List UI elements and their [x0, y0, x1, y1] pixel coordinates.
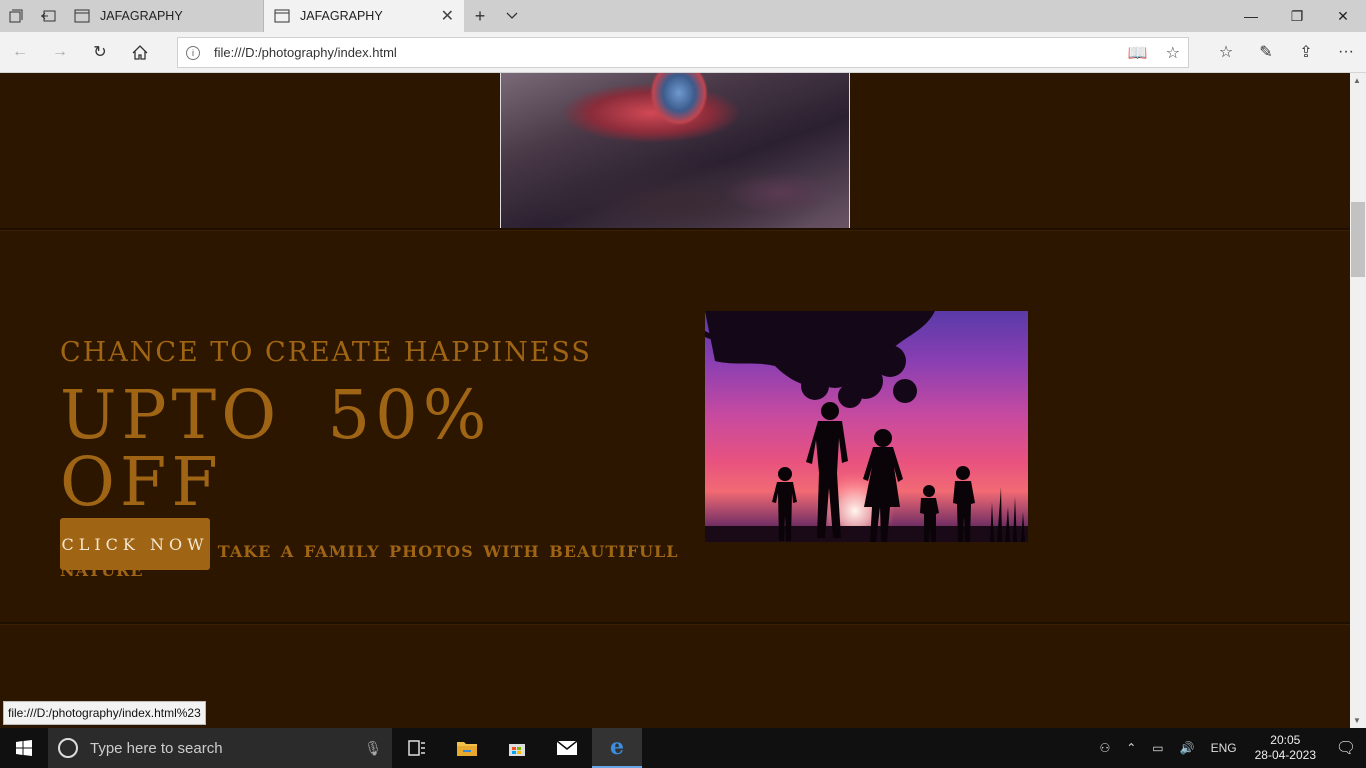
- close-tab-icon[interactable]: ✕: [441, 6, 454, 26]
- click-now-button[interactable]: CLICK NOW: [60, 518, 210, 570]
- promo-kicker: CHANCE TO CREATE HAPPINESS: [60, 337, 592, 368]
- windows-start-icon[interactable]: [0, 728, 48, 768]
- people-icon[interactable]: ⚇: [1091, 741, 1118, 755]
- minimize-icon[interactable]: —: [1228, 0, 1274, 32]
- set-aside-tabs-icon[interactable]: [32, 0, 64, 32]
- page-icon: [74, 9, 90, 23]
- share-icon[interactable]: ⇪: [1286, 32, 1326, 72]
- scroll-up-icon[interactable]: ▲: [1353, 76, 1361, 85]
- task-view-icon[interactable]: [392, 728, 442, 768]
- tab-actions-icon[interactable]: [0, 0, 32, 32]
- web-page: CHANCE TO CREATE HAPPINESS UPTO 50% OFF …: [0, 73, 1350, 728]
- address-input[interactable]: i file:///D:/photography/index.html 📖 ☆: [177, 37, 1189, 68]
- tab-jafagraphy-1[interactable]: JAFAGRAPHY: [64, 0, 264, 32]
- store-icon[interactable]: [492, 728, 542, 768]
- restore-icon[interactable]: ❐: [1274, 0, 1320, 32]
- section-divider: [0, 228, 1350, 231]
- notes-pen-icon[interactable]: ✎: [1246, 32, 1286, 72]
- home-icon[interactable]: [120, 32, 160, 72]
- cortana-icon: [58, 738, 78, 758]
- page-icon: [274, 9, 290, 23]
- tab-title: JAFAGRAPHY: [100, 9, 183, 23]
- clock-date: 28-04-2023: [1254, 748, 1316, 762]
- back-icon[interactable]: ←: [0, 32, 40, 72]
- forward-icon[interactable]: →: [40, 32, 80, 72]
- scroll-thumb[interactable]: [1351, 202, 1365, 277]
- language-indicator[interactable]: ENG: [1203, 741, 1245, 755]
- crystal-ball-photo: [500, 73, 850, 230]
- section-divider: [0, 622, 1350, 625]
- scroll-down-icon[interactable]: ▼: [1353, 716, 1361, 725]
- clock-time: 20:05: [1270, 733, 1301, 747]
- address-text: file:///D:/photography/index.html: [214, 45, 397, 60]
- page-scrollbar[interactable]: ▲ ▼: [1350, 73, 1366, 728]
- reading-view-icon[interactable]: 📖: [1128, 43, 1148, 63]
- info-icon[interactable]: i: [186, 45, 200, 60]
- search-placeholder: Type here to search: [90, 739, 223, 757]
- chevron-down-icon[interactable]: [496, 0, 528, 32]
- new-tab-icon[interactable]: +: [464, 0, 496, 32]
- tab-title: JAFAGRAPHY: [300, 9, 383, 23]
- family-sunset-photo: [705, 311, 1028, 542]
- battery-icon[interactable]: ▭: [1144, 741, 1171, 755]
- edge-browser-icon[interactable]: e: [592, 728, 642, 768]
- promo-headline: UPTO 50% OFF: [60, 376, 492, 521]
- file-explorer-icon[interactable]: [442, 728, 492, 768]
- notifications-icon[interactable]: 🗨: [1326, 728, 1366, 768]
- volume-icon[interactable]: 🔊: [1172, 741, 1203, 755]
- more-icon[interactable]: ···: [1326, 32, 1366, 72]
- address-bar-row: ← → ↻ i file:///D:/photography/index.htm…: [0, 32, 1366, 73]
- windows-taskbar: Type here to search 🎙 e ⚇ ⌃ ▭ 🔊 ENG 20:0…: [0, 728, 1366, 768]
- refresh-icon[interactable]: ↻: [80, 32, 120, 72]
- taskbar-search-box[interactable]: Type here to search 🎙: [48, 728, 392, 768]
- link-status-tooltip: file:///D:/photography/index.html%23: [3, 701, 206, 725]
- microphone-icon[interactable]: 🎙: [364, 740, 382, 757]
- chevron-up-icon[interactable]: ⌃: [1118, 741, 1144, 755]
- mail-icon[interactable]: [542, 728, 592, 768]
- favorite-star-icon[interactable]: ☆: [1166, 43, 1180, 63]
- tab-bar: JAFAGRAPHY JAFAGRAPHY ✕ + — ❐ ✕: [0, 0, 1366, 32]
- clock[interactable]: 20:05 28-04-2023: [1245, 733, 1326, 763]
- close-window-icon[interactable]: ✕: [1320, 0, 1366, 32]
- favorites-icon[interactable]: ☆: [1206, 32, 1246, 72]
- tab-jafagraphy-2[interactable]: JAFAGRAPHY ✕: [264, 0, 464, 32]
